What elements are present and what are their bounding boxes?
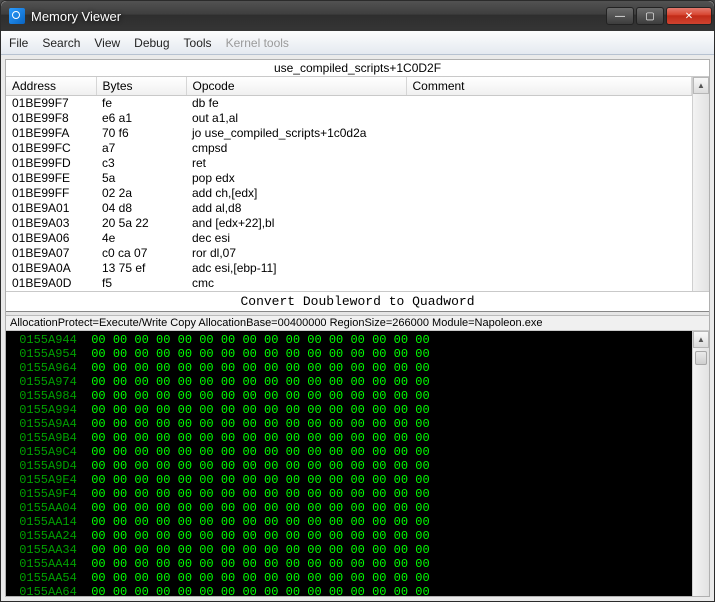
cell-comment bbox=[406, 96, 692, 112]
cell-bytes: 70 f6 bbox=[96, 126, 186, 141]
scroll-up-icon[interactable]: ▲ bbox=[693, 331, 709, 348]
instruction-description: Convert Doubleword to Quadword bbox=[6, 291, 709, 312]
cell-comment bbox=[406, 201, 692, 216]
location-bar[interactable]: use_compiled_scripts+1C0D2F bbox=[6, 60, 709, 77]
disasm-row[interactable]: 01BE9A0320 5a 22and [edx+22],bl bbox=[6, 216, 692, 231]
allocation-info: AllocationProtect=Execute/Write Copy All… bbox=[6, 316, 709, 331]
disasm-row[interactable]: 01BE9A07c0 ca 07ror dl,07 bbox=[6, 246, 692, 261]
scroll-thumb[interactable] bbox=[695, 351, 707, 365]
cell-bytes: 13 75 ef bbox=[96, 261, 186, 276]
cell-bytes: f5 bbox=[96, 276, 186, 291]
menubar: File Search View Debug Tools Kernel tool… bbox=[1, 31, 714, 55]
cell-comment bbox=[406, 246, 692, 261]
cell-op: cmc bbox=[186, 276, 406, 291]
menu-view[interactable]: View bbox=[94, 36, 120, 50]
cell-op: jo use_compiled_scripts+1c0d2a bbox=[186, 126, 406, 141]
col-comment[interactable]: Comment bbox=[406, 77, 692, 96]
cell-addr: 01BE99FC bbox=[6, 141, 96, 156]
cell-comment bbox=[406, 276, 692, 291]
disasm-scrollbar[interactable]: ▲ bbox=[692, 77, 709, 291]
cell-op: db fe bbox=[186, 96, 406, 112]
maximize-button[interactable]: ▢ bbox=[636, 7, 664, 25]
client-area: use_compiled_scripts+1C0D2F Address Byte… bbox=[5, 59, 710, 597]
cell-op: and [edx+22],bl bbox=[186, 216, 406, 231]
cell-comment bbox=[406, 111, 692, 126]
col-bytes[interactable]: Bytes bbox=[96, 77, 186, 96]
cell-comment bbox=[406, 141, 692, 156]
cell-op: add ch,[edx] bbox=[186, 186, 406, 201]
hex-scrollbar[interactable]: ▲ bbox=[692, 331, 709, 596]
app-icon bbox=[9, 8, 25, 24]
col-address[interactable]: Address bbox=[6, 77, 96, 96]
cell-addr: 01BE9A07 bbox=[6, 246, 96, 261]
close-button[interactable]: ✕ bbox=[666, 7, 712, 25]
cell-addr: 01BE9A01 bbox=[6, 201, 96, 216]
cell-op: out a1,al bbox=[186, 111, 406, 126]
cell-op: add al,d8 bbox=[186, 201, 406, 216]
cell-bytes: fe bbox=[96, 96, 186, 112]
cell-bytes: c3 bbox=[96, 156, 186, 171]
disasm-row[interactable]: 01BE9A064edec esi bbox=[6, 231, 692, 246]
cell-bytes: 04 d8 bbox=[96, 201, 186, 216]
menu-tools[interactable]: Tools bbox=[184, 36, 212, 50]
cell-comment bbox=[406, 261, 692, 276]
cell-addr: 01BE9A03 bbox=[6, 216, 96, 231]
cell-bytes: 5a bbox=[96, 171, 186, 186]
cell-op: ret bbox=[186, 156, 406, 171]
menu-search[interactable]: Search bbox=[42, 36, 80, 50]
titlebar[interactable]: Memory Viewer — ▢ ✕ bbox=[1, 1, 714, 31]
memory-viewer-window: Memory Viewer — ▢ ✕ File Search View Deb… bbox=[0, 0, 715, 602]
menu-file[interactable]: File bbox=[9, 36, 28, 50]
cell-addr: 01BE9A0A bbox=[6, 261, 96, 276]
menu-debug[interactable]: Debug bbox=[134, 36, 169, 50]
cell-addr: 01BE99FE bbox=[6, 171, 96, 186]
cell-addr: 01BE99F7 bbox=[6, 96, 96, 112]
cell-op: adc esi,[ebp-11] bbox=[186, 261, 406, 276]
cell-addr: 01BE99FD bbox=[6, 156, 96, 171]
cell-addr: 01BE99FA bbox=[6, 126, 96, 141]
disasm-row[interactable]: 01BE99FA70 f6jo use_compiled_scripts+1c0… bbox=[6, 126, 692, 141]
scroll-up-icon[interactable]: ▲ bbox=[693, 77, 709, 94]
disasm-row[interactable]: 01BE99F7fedb fe bbox=[6, 96, 692, 112]
disasm-row[interactable]: 01BE9A0A13 75 efadc esi,[ebp-11] bbox=[6, 261, 692, 276]
cell-comment bbox=[406, 126, 692, 141]
cell-addr: 01BE9A06 bbox=[6, 231, 96, 246]
cell-bytes: e6 a1 bbox=[96, 111, 186, 126]
cell-comment bbox=[406, 171, 692, 186]
disasm-row[interactable]: 01BE99F8e6 a1out a1,al bbox=[6, 111, 692, 126]
minimize-button[interactable]: — bbox=[606, 7, 634, 25]
cell-addr: 01BE99FF bbox=[6, 186, 96, 201]
cell-bytes: 02 2a bbox=[96, 186, 186, 201]
cell-comment bbox=[406, 156, 692, 171]
disasm-row[interactable]: 01BE99FE5apop edx bbox=[6, 171, 692, 186]
disasm-row[interactable]: 01BE9A0104 d8add al,d8 bbox=[6, 201, 692, 216]
cell-bytes: a7 bbox=[96, 141, 186, 156]
cell-bytes: c0 ca 07 bbox=[96, 246, 186, 261]
cell-comment bbox=[406, 231, 692, 246]
cell-addr: 01BE99F8 bbox=[6, 111, 96, 126]
cell-op: ror dl,07 bbox=[186, 246, 406, 261]
cell-op: dec esi bbox=[186, 231, 406, 246]
menu-kernel-tools: Kernel tools bbox=[226, 36, 289, 50]
disassembly-view[interactable]: Address Bytes Opcode Comment 01BE99F7fed… bbox=[6, 77, 692, 291]
disasm-row[interactable]: 01BE99FDc3ret bbox=[6, 156, 692, 171]
cell-comment bbox=[406, 216, 692, 231]
disasm-row[interactable]: 01BE99FCa7cmpsd bbox=[6, 141, 692, 156]
cell-op: pop edx bbox=[186, 171, 406, 186]
disasm-row[interactable]: 01BE9A0Df5cmc bbox=[6, 276, 692, 291]
cell-addr: 01BE9A0D bbox=[6, 276, 96, 291]
hex-view[interactable]: 0155A944 00 00 00 00 00 00 00 00 00 00 0… bbox=[6, 331, 692, 596]
disasm-row[interactable]: 01BE99FF02 2aadd ch,[edx] bbox=[6, 186, 692, 201]
cell-bytes: 4e bbox=[96, 231, 186, 246]
window-title: Memory Viewer bbox=[31, 9, 606, 24]
cell-op: cmpsd bbox=[186, 141, 406, 156]
cell-comment bbox=[406, 186, 692, 201]
cell-bytes: 20 5a 22 bbox=[96, 216, 186, 231]
col-opcode[interactable]: Opcode bbox=[186, 77, 406, 96]
